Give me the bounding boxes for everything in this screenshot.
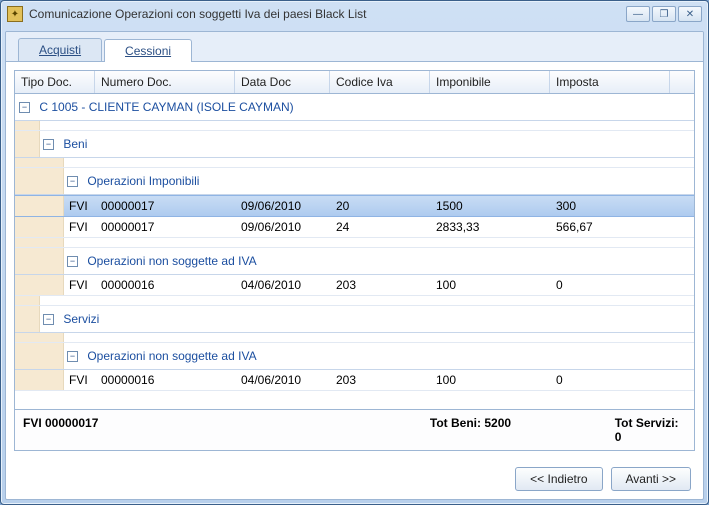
expander-icon[interactable]: − (19, 102, 30, 113)
cell-data: 09/06/2010 (235, 217, 330, 237)
client-area: Acquisti Cessioni Tipo Doc. Numero Doc. … (5, 31, 704, 500)
tab-strip: Acquisti Cessioni (6, 32, 703, 62)
group-operazioni-non-iva-servizi[interactable]: − Operazioni non soggette ad IVA (15, 343, 694, 370)
group-spacer (15, 296, 694, 306)
group-op-non-iva-label: Operazioni non soggette ad IVA (87, 349, 256, 363)
column-headers: Tipo Doc. Numero Doc. Data Doc Codice Iv… (15, 71, 694, 94)
cell-tipo: FVI (15, 370, 95, 390)
cell-tipo: FVI (15, 196, 95, 216)
expander-icon[interactable]: − (43, 139, 54, 150)
group-spacer (15, 158, 694, 168)
table-row[interactable]: FVI 00000017 09/06/2010 20 1500 300 (15, 195, 694, 217)
table-row[interactable]: FVI 00000016 04/06/2010 203 100 0 (15, 370, 694, 391)
data-grid: Tipo Doc. Numero Doc. Data Doc Codice Iv… (14, 70, 695, 451)
wizard-buttons: << Indietro Avanti >> (6, 459, 703, 499)
cell-tipo: FVI (15, 275, 95, 295)
cell-numero: 00000016 (95, 275, 235, 295)
tab-cessioni[interactable]: Cessioni (104, 39, 192, 62)
col-tipo-doc[interactable]: Tipo Doc. (15, 71, 95, 93)
back-button[interactable]: << Indietro (515, 467, 602, 491)
expander-icon[interactable]: − (67, 351, 78, 362)
cell-numero: 00000016 (95, 370, 235, 390)
col-imposta[interactable]: Imposta (550, 71, 670, 93)
group-spacer (15, 333, 694, 343)
cell-data: 04/06/2010 (235, 370, 330, 390)
cell-numero: 00000017 (95, 196, 235, 216)
group-spacer (15, 238, 694, 248)
cell-data: 09/06/2010 (235, 196, 330, 216)
col-imponibile[interactable]: Imponibile (430, 71, 550, 93)
group-servizi-label: Servizi (63, 312, 99, 326)
window-title: Comunicazione Operazioni con soggetti Iv… (29, 7, 626, 21)
table-row[interactable]: FVI 00000016 04/06/2010 203 100 0 (15, 275, 694, 296)
cell-imponibile: 1500 (430, 196, 550, 216)
cell-codice: 20 (330, 196, 430, 216)
col-data-doc[interactable]: Data Doc (235, 71, 330, 93)
app-icon: ✦ (7, 6, 23, 22)
group-beni-label: Beni (63, 137, 87, 151)
cell-imponibile: 2833,33 (430, 217, 550, 237)
table-row[interactable]: FVI 00000017 09/06/2010 24 2833,33 566,6… (15, 217, 694, 238)
cell-codice: 203 (330, 275, 430, 295)
col-codice-iva[interactable]: Codice Iva (330, 71, 430, 93)
cell-imposta: 566,67 (550, 217, 670, 237)
cell-imposta: 0 (550, 370, 670, 390)
col-numero-doc[interactable]: Numero Doc. (95, 71, 235, 93)
group-beni[interactable]: − Beni (15, 131, 694, 158)
expander-icon[interactable]: − (67, 176, 78, 187)
cell-imposta: 300 (550, 196, 670, 216)
app-window: ✦ Comunicazione Operazioni con soggetti … (0, 0, 709, 505)
expander-icon[interactable]: − (67, 256, 78, 267)
cell-numero: 00000017 (95, 217, 235, 237)
maximize-button[interactable]: ❐ (652, 6, 676, 22)
footer-tot-servizi: Tot Servizi: 0 (615, 416, 686, 444)
group-operazioni-non-iva-beni[interactable]: − Operazioni non soggette ad IVA (15, 248, 694, 275)
next-button[interactable]: Avanti >> (611, 467, 691, 491)
group-operazioni-imponibili[interactable]: − Operazioni Imponibili (15, 168, 694, 195)
cell-imposta: 0 (550, 275, 670, 295)
group-op-imp-label: Operazioni Imponibili (87, 174, 199, 188)
cell-imponibile: 100 (430, 370, 550, 390)
grid-footer: FVI 00000017 Tot Beni: 5200 Tot Servizi:… (15, 409, 694, 450)
group-spacer (15, 121, 694, 131)
close-button[interactable]: ✕ (678, 6, 702, 22)
cell-data: 04/06/2010 (235, 275, 330, 295)
tab-acquisti[interactable]: Acquisti (18, 38, 102, 61)
cell-codice: 203 (330, 370, 430, 390)
cell-codice: 24 (330, 217, 430, 237)
minimize-button[interactable]: — (626, 6, 650, 22)
grid-body[interactable]: − C 1005 - CLIENTE CAYMAN (ISOLE CAYMAN)… (15, 94, 694, 409)
group-op-non-iva-label: Operazioni non soggette ad IVA (87, 254, 256, 268)
expander-icon[interactable]: − (43, 314, 54, 325)
group-cliente[interactable]: − C 1005 - CLIENTE CAYMAN (ISOLE CAYMAN) (15, 94, 694, 121)
group-servizi[interactable]: − Servizi (15, 306, 694, 333)
title-bar: ✦ Comunicazione Operazioni con soggetti … (1, 1, 708, 27)
footer-tot-beni: Tot Beni: 5200 (430, 416, 575, 444)
footer-doc: FVI 00000017 (23, 416, 390, 444)
group-cliente-label: C 1005 - CLIENTE CAYMAN (ISOLE CAYMAN) (39, 100, 293, 114)
cell-imponibile: 100 (430, 275, 550, 295)
cell-tipo: FVI (15, 217, 95, 237)
